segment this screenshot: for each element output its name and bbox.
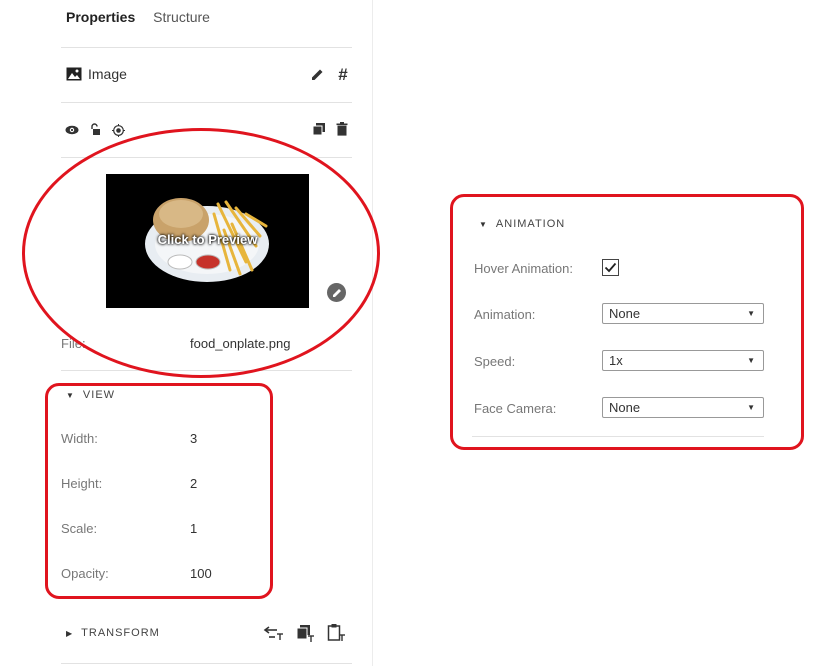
animation-label: Animation:	[474, 307, 536, 322]
tab-structure[interactable]: Structure	[153, 9, 210, 25]
transform-header-label: TRANSFORM	[81, 627, 160, 639]
dropdown-caret-icon: ▼	[747, 403, 755, 412]
face-camera-select[interactable]: None ▼	[602, 397, 764, 418]
speed-label: Speed:	[474, 354, 516, 369]
opacity-value[interactable]: 100	[190, 566, 212, 581]
pencil-icon	[332, 288, 341, 297]
edit-image-button[interactable]	[327, 283, 346, 302]
image-preview[interactable]: Click to Preview	[106, 174, 309, 308]
collapse-down-icon: ▼	[66, 390, 75, 400]
face-camera-select-value: None	[609, 400, 641, 415]
transform-section-header[interactable]: ▶ TRANSFORM	[66, 627, 160, 639]
divider	[61, 370, 352, 371]
scale-value[interactable]: 1	[190, 521, 197, 536]
lock-open-icon[interactable]	[87, 121, 103, 137]
animation-select[interactable]: None ▼	[602, 303, 764, 324]
dropdown-caret-icon: ▼	[747, 309, 755, 318]
dropdown-caret-icon: ▼	[747, 356, 755, 365]
element-title: Image	[88, 66, 127, 82]
eye-icon[interactable]	[64, 122, 80, 138]
tab-properties[interactable]: Properties	[66, 9, 135, 25]
speed-select[interactable]: 1x ▼	[602, 350, 764, 371]
element-type-title: Image	[66, 66, 127, 82]
collapse-down-icon: ▼	[479, 219, 488, 229]
divider	[61, 663, 352, 664]
divider	[61, 157, 352, 158]
hover-animation-label: Hover Animation:	[474, 261, 573, 276]
copy-transform-icon[interactable]	[295, 623, 315, 642]
divider	[61, 102, 352, 103]
checkmark-icon	[604, 262, 617, 273]
view-header-label: VIEW	[82, 389, 116, 401]
properties-panel	[0, 0, 373, 666]
paste-transform-icon[interactable]	[326, 622, 346, 642]
pencil-icon[interactable]	[309, 66, 325, 82]
divider	[472, 436, 764, 437]
width-label: Width:	[61, 431, 98, 446]
preview-overlay-text: Click to Preview	[157, 232, 258, 247]
animation-select-value: None	[609, 306, 641, 321]
hash-icon[interactable]: #	[334, 65, 352, 84]
height-label: Height:	[61, 476, 103, 491]
width-value[interactable]: 3	[190, 431, 197, 446]
speed-select-value: 1x	[609, 353, 623, 368]
collapse-right-icon: ▶	[66, 628, 74, 638]
divider	[61, 47, 352, 48]
animation-header-label: ANIMATION	[495, 218, 566, 230]
reset-transform-icon[interactable]	[262, 624, 284, 642]
target-icon[interactable]	[110, 122, 126, 138]
scale-label: Scale:	[61, 521, 98, 536]
panel-tabs: Properties Structure	[66, 9, 224, 25]
trash-icon[interactable]	[334, 121, 350, 137]
view-section-header[interactable]: ▼ VIEW	[66, 389, 115, 401]
face-camera-label: Face Camera:	[474, 401, 557, 416]
hover-animation-checkbox[interactable]	[602, 259, 619, 276]
image-icon	[66, 67, 82, 81]
duplicate-icon[interactable]	[311, 121, 327, 137]
height-value[interactable]: 2	[190, 476, 197, 491]
file-value: food_onplate.png	[190, 336, 291, 351]
file-label: File:	[61, 336, 86, 351]
animation-section-header[interactable]: ▼ ANIMATION	[479, 218, 565, 230]
opacity-label: Opacity:	[61, 566, 109, 581]
